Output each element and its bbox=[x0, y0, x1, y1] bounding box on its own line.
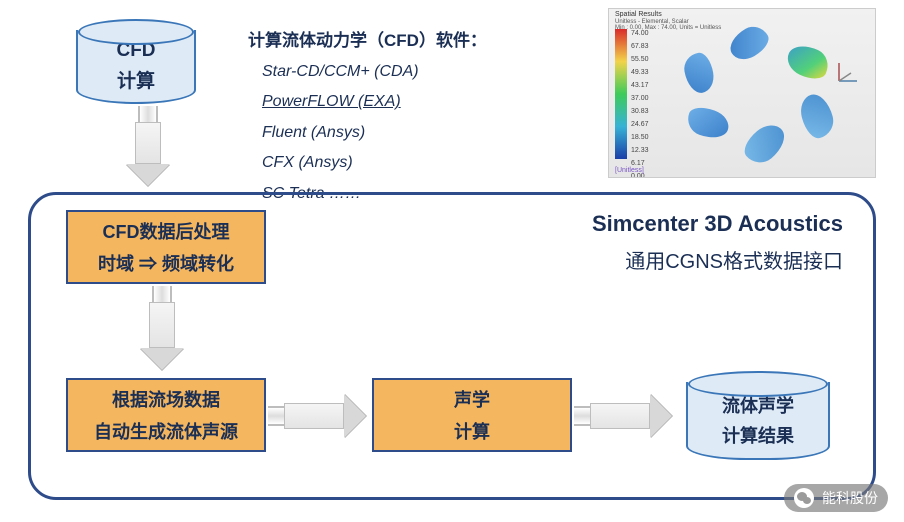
proc2-line2: 自动生成流体声源 bbox=[68, 418, 264, 444]
software-item: Star-CD/CCM+ (CDA) bbox=[262, 57, 487, 87]
blade-icon bbox=[797, 91, 837, 141]
cfd-cylinder: CFD 计算 bbox=[76, 30, 196, 104]
arrow-down-icon bbox=[140, 286, 184, 370]
wechat-icon bbox=[794, 488, 814, 508]
legend-ticks: 74.00 67.83 55.50 49.33 43.17 37.00 30.8… bbox=[631, 27, 649, 178]
proc3-line1: 声学 bbox=[374, 386, 570, 412]
blade-icon bbox=[682, 51, 717, 95]
proc2-line1: 根据流场数据 bbox=[68, 386, 264, 412]
arrow-right-icon bbox=[268, 394, 366, 438]
software-item: Fluent (Ansys) bbox=[262, 118, 487, 148]
proc-generate-source: 根据流场数据 自动生成流体声源 bbox=[66, 378, 266, 452]
proc1-line1: CFD数据后处理 bbox=[68, 218, 264, 244]
proc-acoustic-calc: 声学 计算 bbox=[372, 378, 572, 452]
result-cylinder: 流体声学 计算结果 bbox=[686, 382, 830, 460]
axis-triad-icon bbox=[831, 59, 861, 89]
arrow-right-icon bbox=[574, 394, 672, 438]
watermark: 能科股份 bbox=[784, 484, 888, 512]
result-line1: 流体声学 bbox=[688, 392, 828, 418]
blade-icon bbox=[739, 118, 792, 169]
container-title: Simcenter 3D Acoustics bbox=[592, 211, 843, 237]
cfd-software-block: 计算流体动力学（CFD）软件： Star-CD/CCM+ (CDA) Power… bbox=[248, 26, 487, 209]
software-item: PowerFLOW (EXA) bbox=[262, 87, 487, 117]
blade-icon bbox=[725, 21, 774, 65]
software-item: CFX (Ansys) bbox=[262, 148, 487, 178]
arrow-down-icon bbox=[126, 106, 170, 186]
software-list: Star-CD/CCM+ (CDA) PowerFLOW (EXA) Fluen… bbox=[262, 57, 487, 209]
software-header: 计算流体动力学（CFD）软件： bbox=[248, 26, 487, 51]
cfd-title: CFD bbox=[78, 40, 194, 62]
watermark-text: 能科股份 bbox=[822, 488, 878, 508]
blade-icon bbox=[683, 103, 732, 144]
proc1-line2: 时域 ⇒ 频域转化 bbox=[68, 250, 264, 276]
color-legend bbox=[615, 29, 627, 159]
simulation-thumbnail: Spatial Results Unitless - Elemental, Sc… bbox=[608, 8, 876, 178]
proc-cfd-postprocess: CFD数据后处理 时域 ⇒ 频域转化 bbox=[66, 210, 266, 284]
cfd-subtitle: 计算 bbox=[78, 66, 194, 93]
thumb-title: Spatial Results bbox=[615, 11, 662, 18]
proc3-line2: 计算 bbox=[374, 418, 570, 444]
container-title-block: Simcenter 3D Acoustics 通用CGNS格式数据接口 bbox=[592, 211, 843, 274]
container-subtitle: 通用CGNS格式数据接口 bbox=[592, 245, 843, 274]
blade-icon bbox=[783, 40, 834, 85]
thumb-footer: [Unitless] bbox=[615, 167, 644, 174]
result-line2: 计算结果 bbox=[688, 422, 828, 448]
